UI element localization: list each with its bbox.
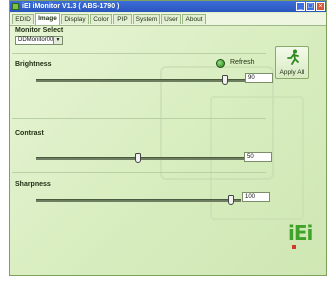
maximize-button[interactable]: □ <box>306 2 315 11</box>
refresh-button[interactable]: Refresh <box>208 55 256 71</box>
close-button[interactable]: × <box>316 2 325 11</box>
logo-dot <box>292 245 296 249</box>
sharpness-slider-track[interactable] <box>36 199 241 202</box>
apply-all-button[interactable]: Apply All <box>275 46 309 79</box>
tab-pip[interactable]: PIP <box>113 14 132 24</box>
image-tab-panel: Monitor Select DDMonitor00 ▼ Refresh App… <box>10 26 326 275</box>
brightness-slider-thumb[interactable] <box>222 75 228 85</box>
divider <box>12 172 266 173</box>
contrast-label: Contrast <box>15 130 44 137</box>
monitor-select-dropdown[interactable]: DDMonitor00 ▼ <box>15 36 63 45</box>
iei-logo: iEi <box>288 221 313 245</box>
title-bar[interactable]: iEI iMonitor V1.3 ( ABS-1790 ) _ □ × <box>10 1 326 12</box>
divider <box>12 118 266 119</box>
minimize-button[interactable]: _ <box>296 2 305 11</box>
running-man-icon <box>287 49 299 65</box>
tab-about[interactable]: About <box>182 14 206 24</box>
sharpness-value-field[interactable]: 100 <box>242 192 270 202</box>
imonitor-window: iEI iMonitor V1.3 ( ABS-1790 ) _ □ × EDI… <box>9 0 327 276</box>
contrast-slider-thumb[interactable] <box>134 153 141 163</box>
refresh-icon <box>216 59 225 68</box>
chevron-down-icon[interactable]: ▼ <box>53 37 62 44</box>
divider <box>12 53 266 54</box>
apply-all-label: Apply All <box>279 69 305 76</box>
sharpness-slider-thumb[interactable] <box>227 195 234 205</box>
tab-image[interactable]: Image <box>35 13 60 25</box>
tab-strip: EDID Image Display Color PIP System User… <box>10 13 326 26</box>
tab-color[interactable]: Color <box>90 14 112 24</box>
contrast-value-field[interactable]: 50 <box>244 152 272 162</box>
brightness-value-field[interactable]: 90 <box>245 73 273 83</box>
tab-display[interactable]: Display <box>61 14 89 24</box>
tab-user[interactable]: User <box>161 14 181 24</box>
window-title: iEI iMonitor V1.3 ( ABS-1790 ) <box>22 3 120 10</box>
sharpness-label: Sharpness <box>15 181 51 188</box>
app-icon <box>12 3 19 10</box>
monitor-select-label: Monitor Select <box>15 27 64 34</box>
tab-system[interactable]: System <box>133 14 160 24</box>
brightness-slider-track[interactable] <box>36 79 246 82</box>
refresh-label: Refresh <box>230 59 255 66</box>
monitor-select-value: DDMonitor00 <box>18 37 54 43</box>
brightness-label: Brightness <box>15 61 52 68</box>
tab-edid[interactable]: EDID <box>12 14 34 24</box>
